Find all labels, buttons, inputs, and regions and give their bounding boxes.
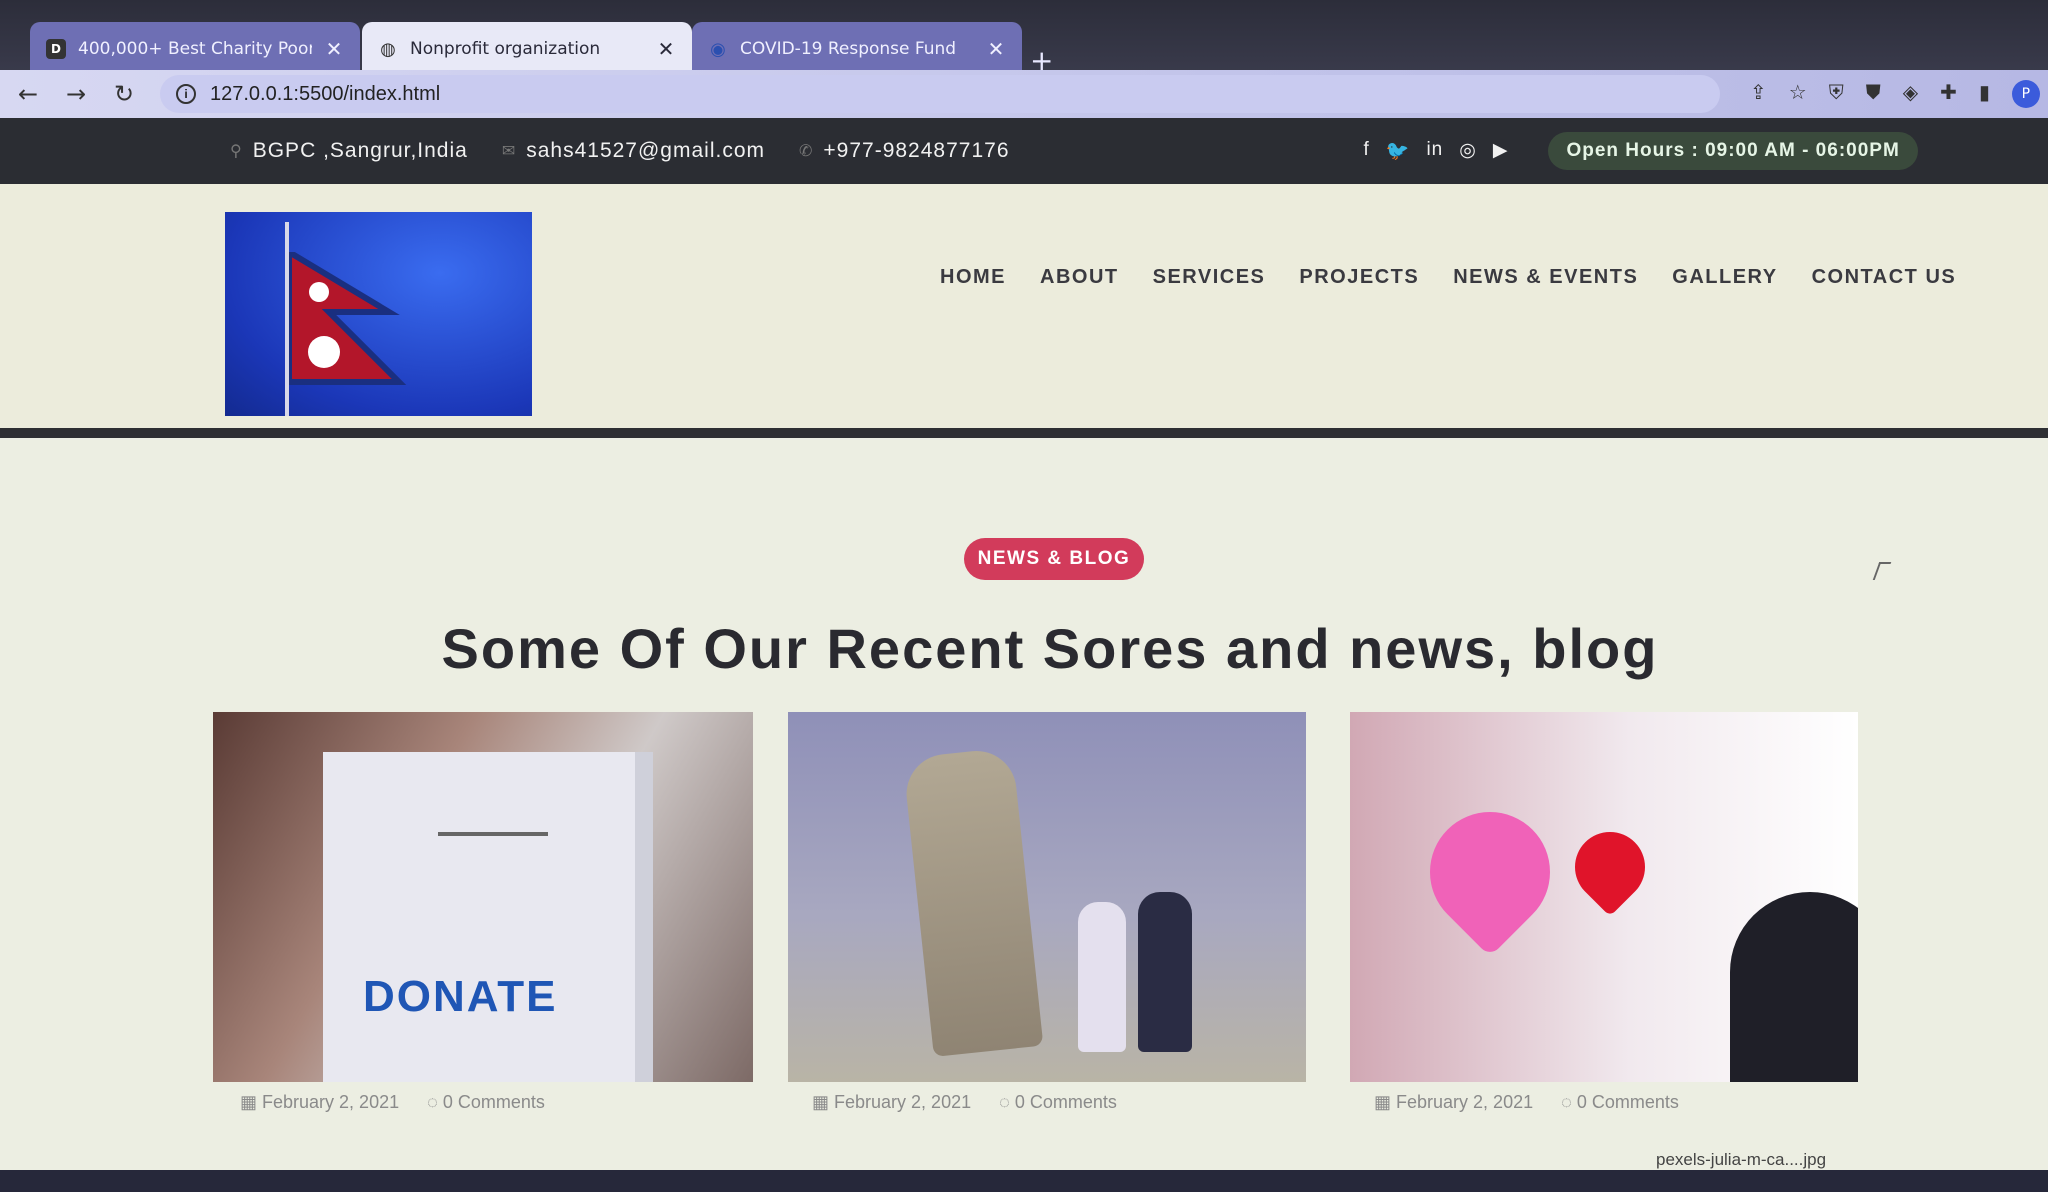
card-meta: ▦ February 2, 2021 ◌ 0 Comments <box>1374 1092 1679 1113</box>
comments-text[interactable]: ◌ 0 Comments <box>999 1092 1117 1113</box>
calendar-icon: ▦ <box>812 1092 835 1112</box>
website: ⚲ BGPC ,Sangrur,India ✉ sahs41527@gmail.… <box>0 118 2048 1170</box>
back-arrow-icon[interactable]: ← <box>8 80 48 108</box>
site-header: HOME ABOUT SERVICES PROJECTS NEWS & EVEN… <box>0 184 2048 438</box>
info-icon[interactable]: i <box>176 84 196 104</box>
toolbar-icons: ⇪ ☆ ⛨ ⛊ ◈ ✚ ▮ P <box>1750 80 2040 108</box>
phone-text[interactable]: +977-9824877176 <box>823 139 1009 163</box>
twitter-icon[interactable]: 🐦 <box>1386 139 1411 163</box>
tab-title: COVID-19 Response Fund <box>740 39 957 59</box>
profile-avatar[interactable]: P <box>2011 80 2040 108</box>
comment-icon: ◌ <box>1561 1092 1577 1112</box>
tab-charity[interactable]: D 400,000+ Best Charity Poor Peop ✕ <box>30 22 360 76</box>
browser-tabstrip: D 400,000+ Best Charity Poor Peop ✕ ◍ No… <box>0 0 2048 77</box>
card-meta: ▦ February 2, 2021 ◌ 0 Comments <box>812 1092 1117 1113</box>
date-text: ▦ February 2, 2021 <box>240 1092 400 1112</box>
tab-favicon-icon: D <box>46 39 66 59</box>
forward-arrow-icon[interactable]: → <box>56 80 96 108</box>
envelope-icon: ✉ <box>501 143 517 160</box>
section-heading: Some Of Our Recent Sores and news, blog <box>441 617 1659 680</box>
browser-toolbar: ← → ↻ i 127.0.0.1:5500/index.html ⇪ ☆ ⛨ … <box>0 70 2048 118</box>
flag-icon <box>289 252 407 385</box>
section-badge: NEWS & BLOG <box>964 538 1144 580</box>
address-bar[interactable]: i 127.0.0.1:5500/index.html <box>160 75 1720 113</box>
nav-contact-us[interactable]: CONTACT US <box>1812 266 1957 289</box>
tab-covid[interactable]: ◉ COVID-19 Response Fund ✕ <box>692 22 1022 76</box>
nav-services[interactable]: SERVICES <box>1153 266 1266 289</box>
open-hours-badge: Open Hours : 09:00 AM - 06:00PM <box>1548 132 1918 170</box>
un-logo-icon: ◉ <box>710 38 726 60</box>
linkedin-icon[interactable]: in <box>1426 139 1443 163</box>
blog-section: NEWS & BLOG Some Of Our Recent Sores and… <box>0 438 2048 1158</box>
location-text: BGPC ,Sangrur,India <box>252 139 468 162</box>
reload-icon[interactable]: ↻ <box>104 80 144 108</box>
blog-card-image-soldier[interactable] <box>788 712 1306 1082</box>
email-item[interactable]: ✉ sahs41527@gmail.com <box>502 139 765 163</box>
close-icon[interactable]: ✕ <box>324 37 344 61</box>
child-figure <box>1138 892 1192 1052</box>
soldier-figure <box>902 747 1044 1057</box>
youtube-icon[interactable]: ▶ <box>1493 139 1509 163</box>
extension-shield-icon[interactable]: ⛊ <box>1866 80 1881 108</box>
date-text: ▦ February 2, 2021 <box>812 1092 972 1112</box>
nav-news-events[interactable]: NEWS & EVENTS <box>1453 266 1638 289</box>
url-text: 127.0.0.1:5500/index.html <box>210 82 441 105</box>
close-icon[interactable]: ✕ <box>986 37 1006 61</box>
email-text[interactable]: sahs41527@gmail.com <box>526 139 765 163</box>
extension-icon[interactable]: ◈ <box>1903 80 1918 108</box>
tab-title: 400,000+ Best Charity Poor Peop <box>78 39 312 59</box>
location-pin-icon: ⚲ <box>230 143 243 160</box>
date-text: ▦ February 2, 2021 <box>1374 1092 1534 1112</box>
location-item: ⚲ BGPC ,Sangrur,India <box>230 139 468 163</box>
child-figure <box>1730 892 1858 1082</box>
child-figure <box>1078 902 1126 1052</box>
puzzle-icon[interactable]: ✚ <box>1940 80 1957 108</box>
comment-icon: ◌ <box>427 1092 443 1112</box>
facebook-icon[interactable]: f <box>1364 139 1370 163</box>
nepal-flag-logo[interactable] <box>225 212 532 416</box>
nav-projects[interactable]: PROJECTS <box>1299 266 1419 289</box>
calendar-icon: ▦ <box>1374 1092 1397 1112</box>
tab-nonprofit[interactable]: ◍ Nonprofit organization ✕ <box>362 22 692 76</box>
instagram-icon[interactable]: ◎ <box>1459 139 1477 163</box>
star-icon[interactable]: ☆ <box>1789 80 1807 108</box>
social-links: f 🐦 in ◎ ▶ <box>1364 139 1509 163</box>
share-icon[interactable]: ⇪ <box>1750 80 1767 108</box>
phone-item[interactable]: ✆ +977-9824877176 <box>799 139 1010 163</box>
download-file-name[interactable]: pexels-julia-m-ca....jpg <box>1656 1150 1826 1170</box>
donation-box <box>323 752 653 1082</box>
comments-text[interactable]: ◌ 0 Comments <box>427 1092 545 1113</box>
red-heart <box>1560 817 1660 917</box>
os-taskbar <box>0 1170 2048 1192</box>
contact-topbar: ⚲ BGPC ,Sangrur,India ✉ sahs41527@gmail.… <box>0 118 2048 184</box>
card-meta: ▦ February 2, 2021 ◌ 0 Comments <box>240 1092 545 1113</box>
globe-icon: ◍ <box>380 38 396 60</box>
main-nav: HOME ABOUT SERVICES PROJECTS NEWS & EVEN… <box>940 266 1956 289</box>
shield-icon[interactable]: ⛨ <box>1829 80 1844 108</box>
donation-slot <box>438 832 548 836</box>
tab-title: Nonprofit organization <box>410 39 601 59</box>
comments-text[interactable]: ◌ 0 Comments <box>1561 1092 1679 1113</box>
comment-icon: ◌ <box>999 1092 1015 1112</box>
calendar-icon: ▦ <box>240 1092 263 1112</box>
blog-card-image-hearts[interactable] <box>1350 712 1858 1082</box>
phone-icon: ✆ <box>799 143 814 160</box>
nav-about[interactable]: ABOUT <box>1040 266 1119 289</box>
nav-gallery[interactable]: GALLERY <box>1672 266 1777 289</box>
nav-home[interactable]: HOME <box>940 266 1006 289</box>
donate-label: DONATE <box>363 972 558 1021</box>
sidepanel-icon[interactable]: ▮ <box>1979 80 1990 108</box>
pink-heart <box>1405 787 1575 957</box>
close-icon[interactable]: ✕ <box>656 37 676 61</box>
blog-card-image-donate[interactable]: DONATE <box>213 712 753 1082</box>
